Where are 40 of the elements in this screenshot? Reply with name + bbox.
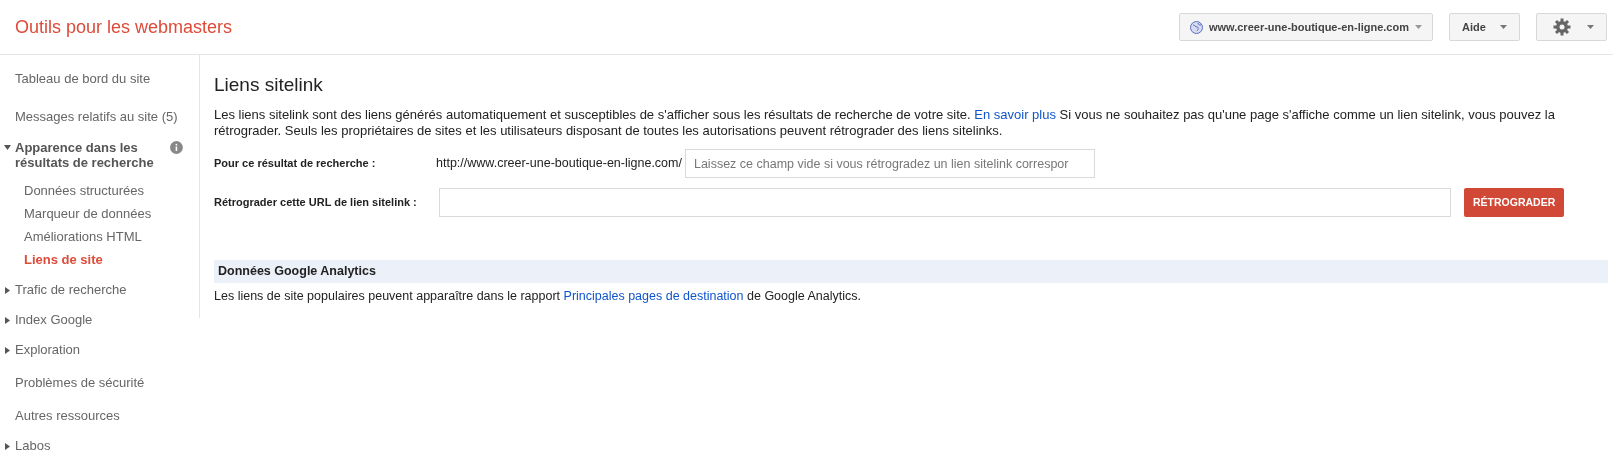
sidebar-subitem[interactable]: Données structurées	[24, 183, 199, 198]
sidebar-item[interactable]: Apparence dans les résultats de recherche	[15, 140, 166, 170]
field-label: Pour ce résultat de recherche :	[214, 156, 377, 172]
sidebar-item[interactable]: Tableau de bord du site	[15, 71, 151, 86]
section-title: Données Google Analytics	[218, 263, 376, 281]
learn-more-link[interactable]: En savoir plus	[974, 107, 1056, 122]
sidebar-item[interactable]: Problèmes de sécurité	[15, 375, 145, 390]
sidebar-item[interactable]: Exploration	[15, 342, 81, 357]
sidebar-subitem[interactable]: Marqueur de données	[24, 206, 199, 221]
landing-pages-link[interactable]: Principales pages de destination	[563, 289, 744, 303]
url-path-field[interactable]: Laissez ce champ vide si vous rétrogradez un lien sitelink correspor	[684, 149, 1095, 178]
intro-paragraph: Les liens sitelink sont des liens générés automatiquement et susceptibles de s'afficher sous les résultats de recherche de votre site. En savoir plus Si vous ne souhaitez pas qu'une page s'affiche comme un lien sitelink, vous pouvez la rétrograder. Seuls les propriétaires de sites et les utilisateurs disposant de toutes les autorisations peuvent rétrograder des liens sitelinks.	[214, 107, 1556, 139]
settings-icon	[1553, 18, 1571, 36]
page-title: Liens sitelink	[214, 73, 324, 97]
sidebar-item[interactable]: Trafic de recherche	[15, 282, 127, 297]
caret-right-icon	[4, 287, 10, 294]
caret-down-icon	[3, 145, 11, 150]
demote-button[interactable]: RÉTROGRADER	[1464, 188, 1565, 217]
help-button[interactable]: Aide	[1449, 13, 1520, 41]
dropdown-arrow-icon	[1415, 25, 1422, 29]
demote-url-field[interactable]	[439, 188, 1451, 217]
caret-right-icon	[4, 443, 10, 450]
sidebar-item[interactable]: Autres ressources	[15, 408, 120, 423]
caret-right-icon	[4, 347, 10, 354]
globe-icon	[1189, 20, 1203, 34]
sidebar-item[interactable]: Labos	[15, 438, 51, 453]
settings-button[interactable]	[1536, 13, 1607, 41]
sidebar-subitem[interactable]: Liens de site	[24, 252, 199, 267]
dropdown-arrow-icon	[1587, 25, 1594, 29]
url-prefix: http://www.creer-une-boutique-en-ligne.com/	[436, 155, 682, 173]
sidebar-item[interactable]: Index Google	[15, 312, 93, 327]
info-icon[interactable]	[170, 141, 183, 154]
analytics-paragraph: Les liens de site populaires peuvent apparaître dans le rapport Principales pages de destination de Google Analytics.	[214, 288, 862, 304]
app-title: Outils pour les webmasters	[15, 15, 233, 39]
caret-right-icon	[4, 317, 10, 324]
site-selector[interactable]: www.creer-une-boutique-en-ligne.com	[1178, 13, 1433, 41]
field-label: Rétrograder cette URL de lien sitelink :	[214, 195, 418, 211]
sidebar-subitem[interactable]: Améliorations HTML	[24, 229, 199, 244]
dropdown-arrow-icon	[1500, 25, 1507, 29]
sidebar-item[interactable]: Messages relatifs au site (5)	[15, 109, 178, 124]
